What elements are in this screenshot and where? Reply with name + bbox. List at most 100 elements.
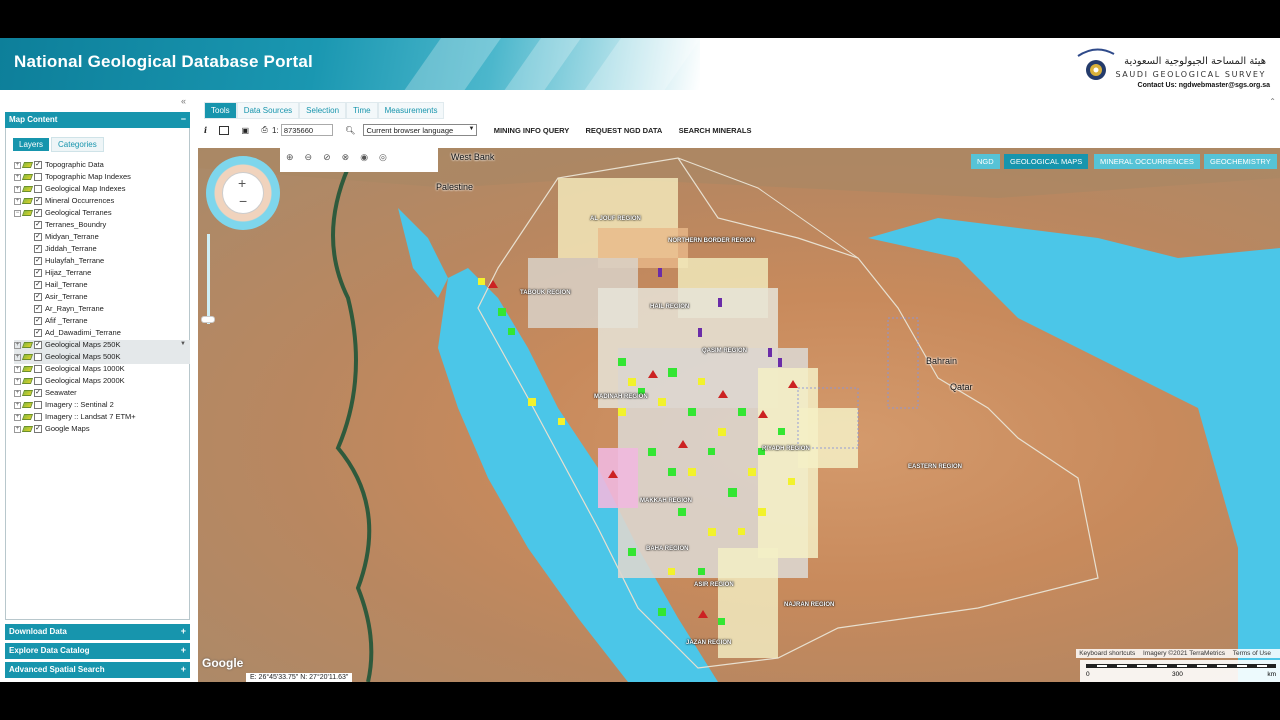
layer-item[interactable]: + Imagery :: Sentinal 2 bbox=[14, 400, 190, 412]
layer-checkbox[interactable]: ✓ bbox=[34, 389, 42, 398]
mineral-occurrences-button[interactable]: MINERAL OCCURRENCES bbox=[1094, 154, 1200, 169]
map-content-header[interactable]: Map Content − bbox=[5, 112, 190, 128]
collapse-icon[interactable]: − bbox=[181, 114, 186, 124]
layer-checkbox[interactable]: ✓ bbox=[34, 341, 42, 350]
measure-icon[interactable]: ⊗ bbox=[342, 152, 361, 162]
download-data-section[interactable]: Download Data + bbox=[5, 624, 190, 640]
layer-item[interactable]: ✓ Hijaz_Terrane bbox=[14, 268, 190, 280]
layer-checkbox[interactable] bbox=[34, 185, 42, 194]
layer-item[interactable]: ✓ Ar_Rayn_Terrane bbox=[14, 304, 190, 316]
layer-item[interactable]: ✓ Midyan_Terrane bbox=[14, 232, 190, 244]
layer-checkbox[interactable]: ✓ bbox=[34, 281, 42, 290]
layer-checkbox[interactable]: ✓ bbox=[34, 305, 42, 314]
expand-node-icon[interactable]: + bbox=[14, 161, 21, 169]
expand-icon[interactable]: + bbox=[181, 664, 186, 674]
contact-link[interactable]: Contact Us: ngdwebmaster@sgs.org.sa bbox=[1138, 82, 1270, 89]
zoom-control[interactable]: + − bbox=[206, 156, 280, 230]
expand-node-icon[interactable]: + bbox=[14, 173, 21, 181]
draw-point-icon[interactable]: ⊕ bbox=[286, 152, 305, 162]
scale-input[interactable]: 8735660 bbox=[280, 124, 333, 136]
tab-tools[interactable]: Tools bbox=[204, 102, 237, 119]
zoom-search-icon[interactable]: 🔍︎ bbox=[345, 126, 355, 135]
tab-selection[interactable]: Selection bbox=[299, 102, 347, 119]
layer-item[interactable]: − ✓ Geological Terranes bbox=[14, 208, 190, 220]
layer-checkbox[interactable]: ✓ bbox=[34, 161, 42, 170]
tab-layers[interactable]: Layers bbox=[13, 138, 50, 151]
layer-item[interactable]: ✓ Asir_Terrane bbox=[14, 292, 190, 304]
layer-item[interactable]: + ✓ Geological Maps 250K ▼ bbox=[14, 340, 190, 352]
tab-time[interactable]: Time bbox=[346, 102, 378, 119]
expand-node-icon[interactable]: + bbox=[14, 425, 21, 433]
expand-node-icon[interactable]: + bbox=[14, 413, 21, 421]
layer-item[interactable]: ✓ Ad_Dawadimi_Terrane bbox=[14, 328, 190, 340]
layer-item[interactable]: + Geological Maps 2000K bbox=[14, 376, 190, 388]
layer-item[interactable]: ✓ Jiddah_Terrane bbox=[14, 244, 190, 256]
layer-checkbox[interactable]: ✓ bbox=[34, 209, 42, 218]
geological-maps-button[interactable]: GEOLOGICAL MAPS bbox=[1004, 154, 1089, 169]
layer-checkbox[interactable]: ✓ bbox=[34, 425, 42, 434]
expand-node-icon[interactable]: + bbox=[14, 401, 21, 409]
expand-node-icon[interactable]: + bbox=[14, 341, 21, 349]
search-minerals-button[interactable]: SEARCH MINERALS bbox=[679, 126, 752, 135]
layer-checkbox[interactable]: ✓ bbox=[34, 233, 42, 242]
layer-item[interactable]: + Geological Maps 500K bbox=[14, 352, 190, 364]
request-ngd-data-button[interactable]: REQUEST NGD DATA bbox=[586, 126, 663, 135]
layer-item[interactable]: + Topographic Map Indexes bbox=[14, 172, 190, 184]
expand-node-icon[interactable]: + bbox=[14, 185, 21, 193]
layer-checkbox[interactable] bbox=[34, 173, 42, 182]
layer-checkbox[interactable]: ✓ bbox=[34, 329, 42, 338]
terms-link[interactable]: Terms of Use bbox=[1233, 650, 1271, 657]
layer-item[interactable]: ✓ Terranes_Boundry bbox=[14, 220, 190, 232]
collapse-panel-icon[interactable]: « bbox=[181, 96, 186, 106]
layer-checkbox[interactable] bbox=[34, 377, 42, 386]
advanced-search-section[interactable]: Advanced Spatial Search + bbox=[5, 662, 190, 678]
layer-item[interactable]: ✓ Hulayfah_Terrane bbox=[14, 256, 190, 268]
collapse-node-icon[interactable]: − bbox=[14, 209, 21, 217]
layer-item[interactable]: + ✓ Seawater bbox=[14, 388, 190, 400]
layer-checkbox[interactable] bbox=[34, 401, 42, 410]
table-icon[interactable] bbox=[219, 125, 230, 135]
expand-node-icon[interactable]: + bbox=[14, 389, 21, 397]
layer-item[interactable]: ✓ Afif _Terrane bbox=[14, 316, 190, 328]
layer-item[interactable]: + Geological Map Indexes bbox=[14, 184, 190, 196]
expand-icon[interactable]: + bbox=[181, 626, 186, 636]
layer-item[interactable]: + Geological Maps 1000K bbox=[14, 364, 190, 376]
layer-checkbox[interactable]: ✓ bbox=[34, 221, 42, 230]
zoom-slider[interactable] bbox=[207, 234, 210, 324]
layer-item[interactable]: + ✓ Topographic Data bbox=[14, 160, 190, 172]
keyboard-shortcuts-link[interactable]: Keyboard shortcuts bbox=[1079, 650, 1135, 657]
explore-catalog-section[interactable]: Explore Data Catalog + bbox=[5, 643, 190, 659]
tab-data-sources[interactable]: Data Sources bbox=[236, 102, 300, 119]
layer-checkbox[interactable]: ✓ bbox=[34, 197, 42, 206]
expand-node-icon[interactable]: + bbox=[14, 365, 21, 373]
info-icon[interactable]: i bbox=[204, 125, 207, 135]
draw-polygon-icon[interactable]: ⊘ bbox=[323, 152, 342, 162]
layer-item[interactable]: + ✓ Google Maps bbox=[14, 424, 190, 436]
layer-item[interactable]: + ✓ Mineral Occurrences bbox=[14, 196, 190, 208]
layer-item[interactable]: ✓ Hail_Terrane bbox=[14, 280, 190, 292]
layer-checkbox[interactable]: ✓ bbox=[34, 245, 42, 254]
layer-checkbox[interactable]: ✓ bbox=[34, 317, 42, 326]
layer-item[interactable]: + Imagery :: Landsat 7 ETM+ bbox=[14, 412, 190, 424]
expand-node-icon[interactable]: + bbox=[14, 353, 21, 361]
layer-options-icon[interactable]: ▼ bbox=[180, 341, 186, 347]
collapse-toolbar-icon[interactable]: ⌃ bbox=[1269, 97, 1276, 106]
print-icon[interactable]: ⎙ bbox=[261, 125, 267, 135]
map-view[interactable]: + − ⊕⊖⊘⊗◉◎ NGD GEOLOGICAL MAPS MINERAL O… bbox=[198, 148, 1280, 682]
zoom-slider-handle[interactable] bbox=[201, 316, 215, 323]
tab-measurements[interactable]: Measurements bbox=[377, 102, 445, 119]
tab-categories[interactable]: Categories bbox=[51, 137, 104, 152]
expand-node-icon[interactable]: + bbox=[14, 197, 21, 205]
layer-checkbox[interactable]: ✓ bbox=[34, 269, 42, 278]
ngd-layer-button[interactable]: NGD bbox=[971, 154, 1000, 169]
expand-node-icon[interactable]: + bbox=[14, 377, 21, 385]
zoom-in-icon[interactable]: + bbox=[238, 175, 246, 191]
draw-line-icon[interactable]: ⊖ bbox=[305, 152, 324, 162]
layer-checkbox[interactable]: ✓ bbox=[34, 257, 42, 266]
view-icon[interactable]: ◉ bbox=[360, 152, 379, 162]
language-select[interactable]: Current browser language ▼ bbox=[363, 124, 478, 136]
layer-checkbox[interactable]: ✓ bbox=[34, 293, 42, 302]
mining-info-query-button[interactable]: MINING INFO QUERY bbox=[494, 126, 570, 135]
zoom-out-icon[interactable]: − bbox=[239, 193, 247, 209]
save-icon[interactable]: ▣ bbox=[242, 126, 250, 135]
